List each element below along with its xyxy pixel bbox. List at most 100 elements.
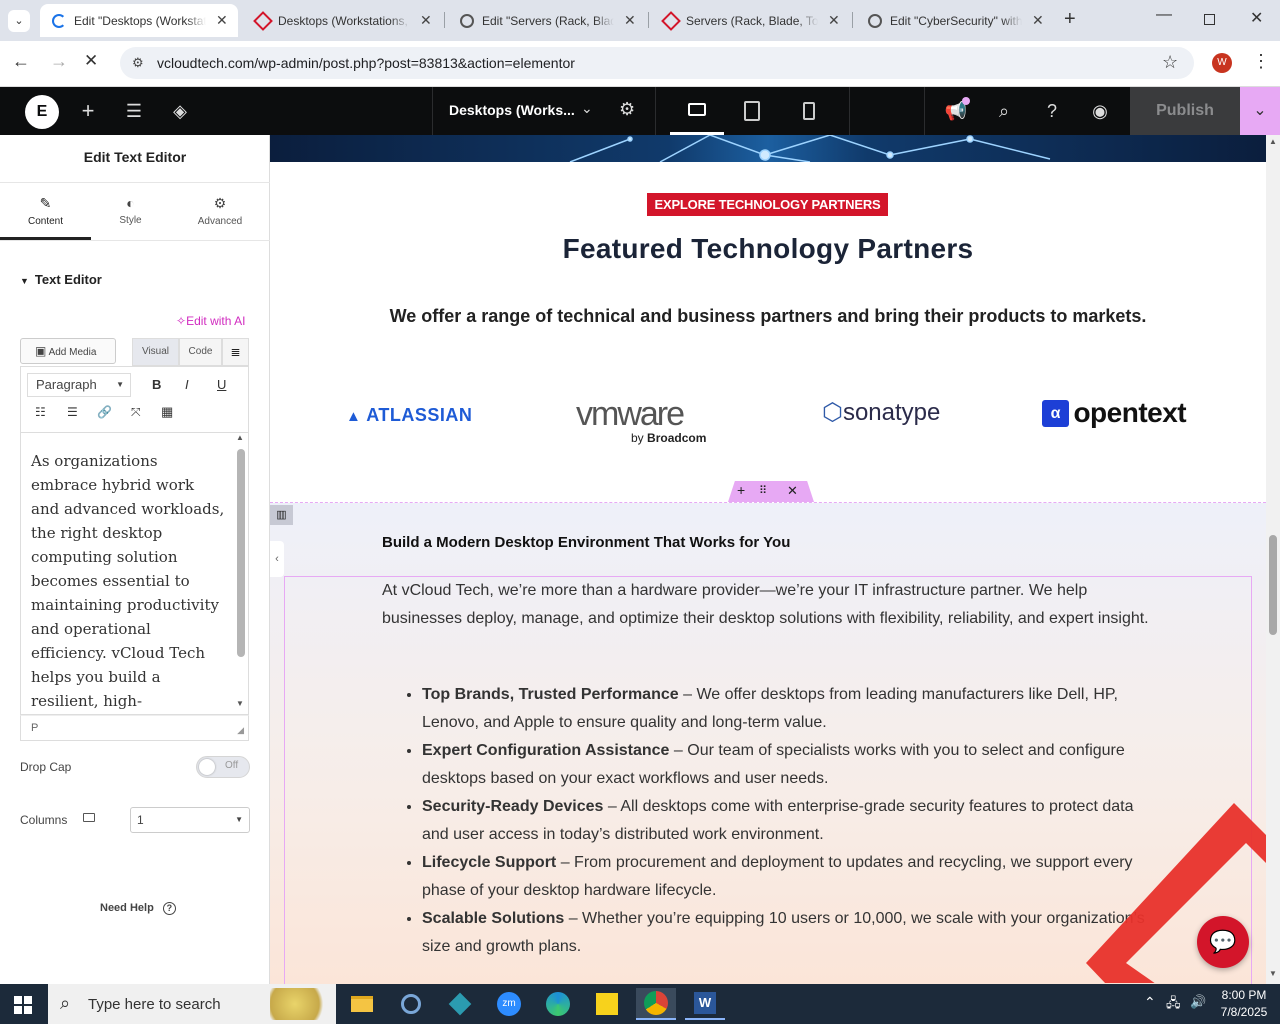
bookmark-star-icon[interactable]: ☆ <box>1162 52 1178 73</box>
close-tab-icon[interactable]: ✕ <box>624 12 636 29</box>
network-icon[interactable]: 🖧 <box>1166 994 1181 1016</box>
close-tab-icon[interactable]: ✕ <box>1032 12 1044 29</box>
text-editor-area[interactable]: As organizations embrace hybrid work and… <box>20 432 249 715</box>
tab-content[interactable]: ✎ Content <box>0 183 91 240</box>
snipping-tool-icon[interactable] <box>391 988 431 1020</box>
database-icon[interactable]: ≣ <box>222 338 249 366</box>
forward-icon[interactable]: → <box>50 51 68 72</box>
restore-icon[interactable] <box>1204 14 1215 25</box>
resize-handle-icon[interactable]: ◢ <box>237 718 244 742</box>
sticky-notes-icon[interactable] <box>587 988 627 1020</box>
search-icon[interactable]: ⌕ <box>992 99 1016 123</box>
close-tab-icon[interactable]: ✕ <box>420 12 432 29</box>
publish-options-dropdown[interactable]: ⌄ <box>1240 87 1280 135</box>
list-item: Top Brands, Trusted Performance – We off… <box>422 681 1162 737</box>
drop-cap-toggle[interactable]: Off <box>196 756 250 778</box>
page-title-dropdown[interactable]: Desktops (Works... ⌄ ⚙ <box>432 87 656 135</box>
editor-text[interactable]: As organizations embrace hybrid work and… <box>31 449 227 714</box>
visual-tab[interactable]: Visual <box>132 338 179 366</box>
tab-advanced[interactable]: ⚙ Advanced <box>170 183 270 240</box>
file-explorer-icon[interactable] <box>342 988 382 1020</box>
url-text[interactable]: vcloudtech.com/wp-admin/post.php?post=83… <box>157 55 575 71</box>
close-window-icon[interactable]: ✕ <box>1250 8 1263 28</box>
show-hidden-icons-icon[interactable]: ⌃ <box>1144 994 1156 1011</box>
system-clock[interactable]: 8:00 PM 7/8/2025 <box>1214 987 1274 1021</box>
sonatype-logo: ⬡sonatype <box>822 398 940 427</box>
stop-loading-icon[interactable]: ✕ <box>84 51 98 71</box>
publish-label: Publish <box>1156 102 1214 119</box>
link-icon[interactable]: 🔗 <box>97 405 112 419</box>
fullscreen-icon[interactable]: ⤧ <box>131 405 141 420</box>
add-section-icon[interactable]: + <box>737 482 745 498</box>
delete-section-icon[interactable]: ✕ <box>787 483 798 499</box>
paragraph-format-select[interactable]: Paragraph ▼ <box>27 373 131 397</box>
edge-browser-icon[interactable] <box>538 988 578 1020</box>
add-media-button[interactable]: ▣ Add Media <box>20 338 116 364</box>
app-diamond-icon[interactable] <box>440 988 480 1020</box>
structure-layers-icon[interactable]: ◈ <box>168 99 192 123</box>
editor-path-bar: P ◢ <box>20 715 249 741</box>
bold-icon[interactable]: B <box>152 377 161 392</box>
publish-button[interactable]: Publish <box>1130 87 1240 135</box>
italic-icon[interactable]: I <box>185 377 189 392</box>
word-icon[interactable]: W <box>685 988 725 1020</box>
preview-eye-icon[interactable]: ◉ <box>1088 99 1112 123</box>
minimize-icon[interactable]: — <box>1156 6 1172 24</box>
underline-icon[interactable]: U <box>217 377 226 392</box>
panel-collapse-tab[interactable]: ‹ <box>270 541 284 577</box>
browser-tab-1[interactable]: Edit "Desktops (Workstati ✕ <box>40 4 238 37</box>
scroll-up-icon[interactable]: ▲ <box>236 433 244 442</box>
start-windows-icon[interactable] <box>14 996 32 1014</box>
profile-avatar[interactable]: W <box>1212 53 1232 73</box>
drag-handle-icon[interactable]: ⠿ <box>759 484 767 497</box>
browser-menu-icon[interactable]: ⋮ <box>1252 51 1270 72</box>
toolbar-toggle-icon[interactable]: ▦ <box>161 404 173 420</box>
volume-icon[interactable]: 🔊 <box>1190 994 1206 1010</box>
browser-tab-5[interactable]: Edit "CyberSecurity" with ✕ <box>856 4 1054 37</box>
scroll-thumb[interactable] <box>1269 535 1277 635</box>
scroll-down-icon[interactable]: ▼ <box>1269 969 1277 978</box>
numbered-list-icon[interactable]: ☰ <box>67 405 78 419</box>
columns-select[interactable]: 1 ▼ <box>130 807 250 833</box>
omnibox[interactable]: ⚙ vcloudtech.com/wp-admin/post.php?post=… <box>120 47 1194 79</box>
zoom-icon[interactable]: zm <box>489 988 529 1020</box>
tablet-view-icon[interactable] <box>744 101 760 121</box>
address-bar: ← → ✕ ⚙ vcloudtech.com/wp-admin/post.php… <box>0 41 1280 87</box>
site-settings-sliders-icon[interactable]: ☰ <box>122 99 146 123</box>
scroll-down-icon[interactable]: ▼ <box>236 699 244 708</box>
page-settings-gear-icon[interactable]: ⚙ <box>619 99 635 120</box>
bulleted-list-icon[interactable]: ☷ <box>35 405 46 419</box>
desktop-device-icon[interactable] <box>83 813 95 822</box>
code-tab[interactable]: Code <box>179 338 222 366</box>
section-toggle[interactable]: ▼ Text Editor <box>20 272 102 287</box>
desktop-section[interactable]: ▥ ‹ Build a Modern Desktop Environment T… <box>270 503 1266 984</box>
scroll-up-icon[interactable]: ▲ <box>1269 137 1277 146</box>
new-tab-icon[interactable]: + <box>1064 8 1076 31</box>
editor-scrollbar[interactable] <box>237 449 245 657</box>
close-tab-icon[interactable]: ✕ <box>828 12 840 29</box>
close-tab-icon[interactable]: ✕ <box>216 12 228 29</box>
chat-widget-button[interactable]: 💬 <box>1197 916 1249 968</box>
add-element-icon[interactable]: + <box>76 99 100 123</box>
browser-tab-3[interactable]: Edit "Servers (Rack, Blade ✕ <box>448 4 646 37</box>
explore-badge: EXPLORE TECHNOLOGY PARTNERS <box>647 193 888 216</box>
edit-with-ai-link[interactable]: ✧Edit with AI <box>176 314 245 328</box>
browser-tab-4[interactable]: Servers (Rack, Blade, Tow ✕ <box>652 4 850 37</box>
canvas-scrollbar[interactable]: ▲ ▼ <box>1266 135 1280 984</box>
desktop-view-icon[interactable] <box>670 99 724 135</box>
help-icon[interactable]: ? <box>1040 99 1064 123</box>
chrome-icon[interactable] <box>636 988 676 1020</box>
site-settings-icon[interactable]: ⚙ <box>132 55 144 71</box>
mobile-view-icon[interactable] <box>803 102 815 120</box>
need-help-link[interactable]: Need Help ? <box>100 902 176 915</box>
back-icon[interactable]: ← <box>12 51 30 72</box>
browser-tab-2[interactable]: Desktops (Workstations, ✕ <box>244 4 442 37</box>
tab-list-chevron-icon[interactable]: ⌄ <box>8 10 30 32</box>
taskbar-search-box[interactable]: ⌕ Type here to search <box>48 984 336 1024</box>
tab-title: Servers (Rack, Blade, Tow <box>686 13 818 28</box>
chat-icon: 💬 <box>1209 929 1237 954</box>
elementor-logo-icon[interactable]: E <box>25 95 59 129</box>
list-item: Expert Configuration Assistance – Our te… <box>422 737 1162 793</box>
column-handle-icon[interactable]: ▥ <box>270 505 293 525</box>
tab-style[interactable]: ◐ Style <box>91 183 170 240</box>
